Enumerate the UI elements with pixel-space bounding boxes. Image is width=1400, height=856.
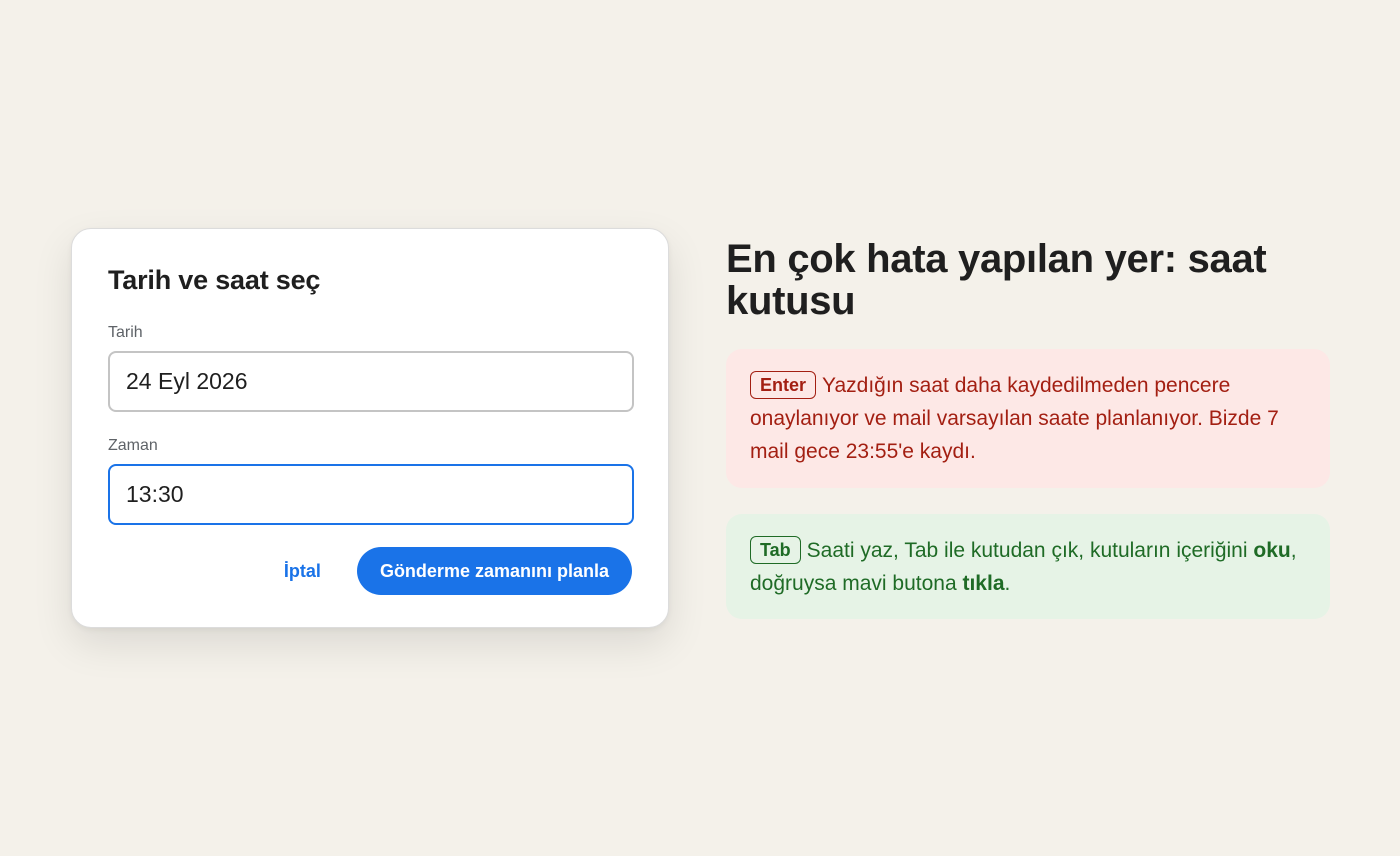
tab-key-badge: Tab	[750, 536, 801, 564]
date-time-dialog: Tarih ve saat seç Tarih Zaman İptal Gönd…	[71, 228, 669, 628]
date-label: Tarih	[108, 324, 143, 341]
time-label: Zaman	[108, 437, 158, 454]
dialog-actions: İptal Gönderme zamanını planla	[274, 547, 632, 595]
success-note: Tab Saati yaz, Tab ile kutudan çık, kutul…	[726, 514, 1330, 619]
error-note-text: Yazdığın saat daha kaydedilmeden pencere…	[750, 374, 1279, 463]
time-input[interactable]	[108, 464, 634, 525]
date-input[interactable]	[108, 351, 634, 412]
dialog-title: Tarih ve saat seç	[108, 265, 321, 295]
info-panel: En çok hata yapılan yer: saat kutusu Ent…	[726, 238, 1330, 619]
schedule-send-button[interactable]: Gönderme zamanını planla	[356, 547, 632, 595]
cancel-button[interactable]: İptal	[274, 547, 331, 595]
success-note-text-1: Saati yaz, Tab ile kutudan çık, kutuları…	[806, 539, 1248, 562]
info-title: En çok hata yapılan yer: saat kutusu	[726, 237, 1267, 323]
success-note-text-3: .	[1004, 572, 1011, 595]
success-note-bold-read: oku	[1253, 539, 1291, 562]
page: Tarih ve saat seç Tarih Zaman İptal Gönd…	[0, 0, 1400, 856]
enter-key-badge: Enter	[750, 371, 817, 399]
error-note: Enter Yazdığın saat daha kaydedilmeden pe…	[726, 349, 1330, 488]
success-note-bold-click: tıkla	[962, 572, 1005, 595]
